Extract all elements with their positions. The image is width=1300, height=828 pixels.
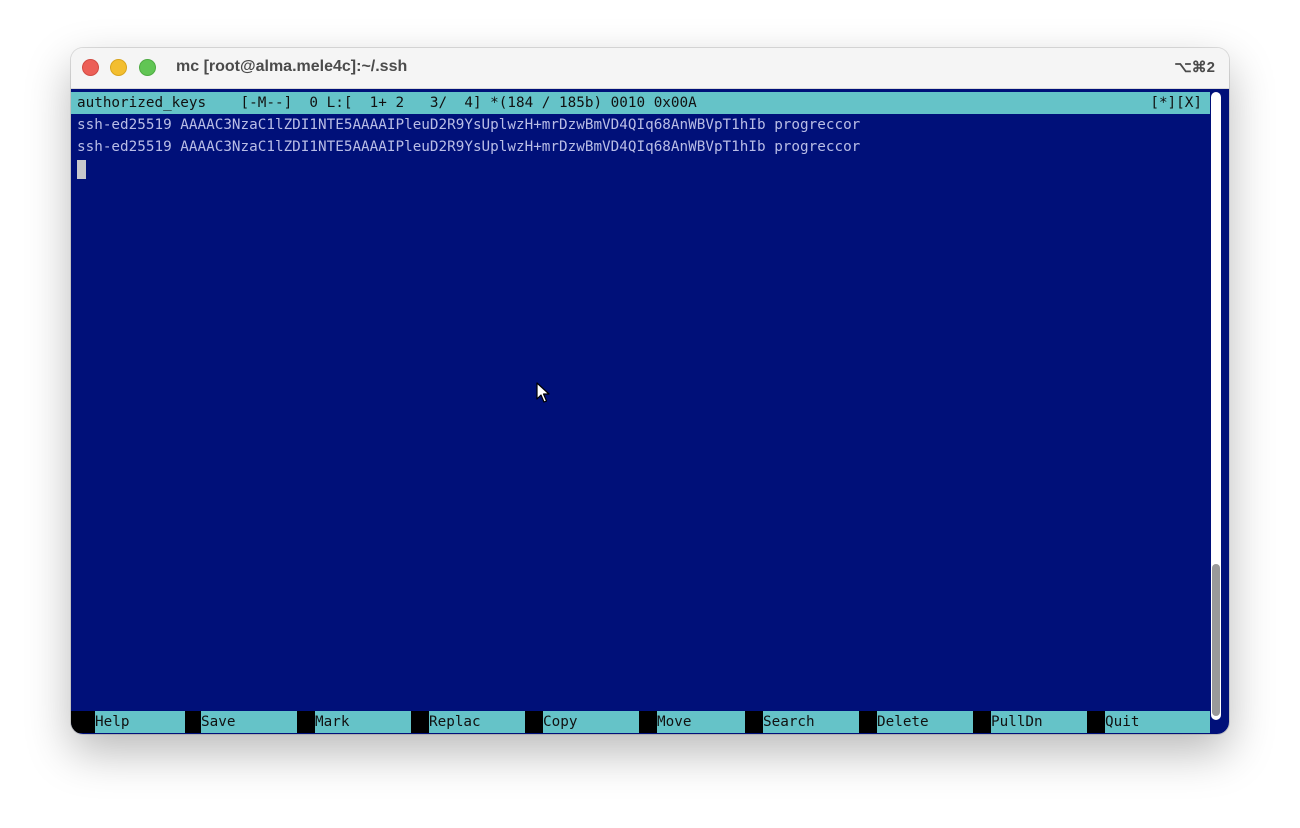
- minimize-window-button[interactable]: [110, 59, 127, 76]
- fkey-label: Help: [95, 711, 185, 733]
- fkey-number: 2: [252, 733, 270, 734]
- fkey-number: 6: [708, 733, 726, 734]
- fkey-number: 5: [594, 733, 612, 734]
- editor-line[interactable]: ssh-ed25519 AAAAC3NzaC1lZDI1NTE5AAAAIPle…: [77, 114, 1207, 136]
- editor-line[interactable]: ssh-ed25519 AAAAC3NzaC1lZDI1NTE5AAAAIPle…: [77, 136, 1207, 158]
- fkey-number: 3: [366, 733, 384, 734]
- fkey-label: Replac: [429, 711, 525, 733]
- vertical-scrollbar[interactable]: [1211, 92, 1221, 720]
- fkey-number: 10: [1156, 733, 1174, 734]
- fkey-label: PullDn: [991, 711, 1087, 733]
- fkey-save[interactable]: 2Save: [183, 711, 297, 734]
- fkey-label: Move: [657, 711, 745, 733]
- terminal-window: mc [root@alma.mele4c]:~/.ssh ⌥⌘2 authori…: [71, 48, 1229, 734]
- zoom-window-button[interactable]: [139, 59, 156, 76]
- fkey-quit[interactable]: 10Quit: [1087, 711, 1210, 734]
- fkey-mark[interactable]: 3Mark: [297, 711, 411, 734]
- fkey-label: Delete: [877, 711, 973, 733]
- scrollbar-thumb[interactable]: [1212, 564, 1220, 716]
- function-key-bar: 1Help 2Save 3Mark 4Replac 5Copy 6Move 7S…: [71, 711, 1210, 733]
- title-bar[interactable]: mc [root@alma.mele4c]:~/.ssh ⌥⌘2: [71, 48, 1229, 89]
- terminal-content[interactable]: authorized_keys [-M--] 0 L:[ 1+ 2 3/ 4] …: [71, 89, 1229, 734]
- fkey-number: 1: [146, 733, 164, 734]
- fkey-number: 4: [480, 733, 498, 734]
- fkey-number: 8: [928, 733, 946, 734]
- editor-status-bar: authorized_keys [-M--] 0 L:[ 1+ 2 3/ 4] …: [71, 92, 1210, 114]
- fkey-number: 9: [1042, 733, 1060, 734]
- fkey-number: 7: [814, 733, 832, 734]
- editor-status-info: authorized_keys [-M--] 0 L:[ 1+ 2 3/ 4] …: [77, 95, 697, 111]
- fkey-help[interactable]: 1Help: [77, 711, 185, 734]
- fkey-label: Save: [201, 711, 297, 733]
- editor-window-controls[interactable]: [*][X]: [1150, 92, 1202, 114]
- fkey-label: Mark: [315, 711, 411, 733]
- text-cursor: [77, 160, 86, 179]
- close-window-button[interactable]: [82, 59, 99, 76]
- fkey-move[interactable]: 6Move: [639, 711, 745, 734]
- window-title: mc [root@alma.mele4c]:~/.ssh: [176, 58, 408, 75]
- fkey-delete[interactable]: 8Delete: [859, 711, 973, 734]
- fkey-search[interactable]: 7Search: [745, 711, 859, 734]
- window-shortcut: ⌥⌘2: [1174, 59, 1215, 76]
- fkey-pulldown[interactable]: 9PullDn: [973, 711, 1087, 734]
- mouse-pointer-icon: [536, 382, 550, 403]
- fkey-label: Copy: [543, 711, 639, 733]
- fkey-copy[interactable]: 5Copy: [525, 711, 639, 734]
- editor-line-current[interactable]: [77, 158, 1207, 180]
- fkey-label: Search: [763, 711, 859, 733]
- fkey-replace[interactable]: 4Replac: [411, 711, 525, 734]
- fkey-label: Quit: [1105, 711, 1210, 733]
- editor-text-area[interactable]: ssh-ed25519 AAAAC3NzaC1lZDI1NTE5AAAAIPle…: [77, 114, 1207, 180]
